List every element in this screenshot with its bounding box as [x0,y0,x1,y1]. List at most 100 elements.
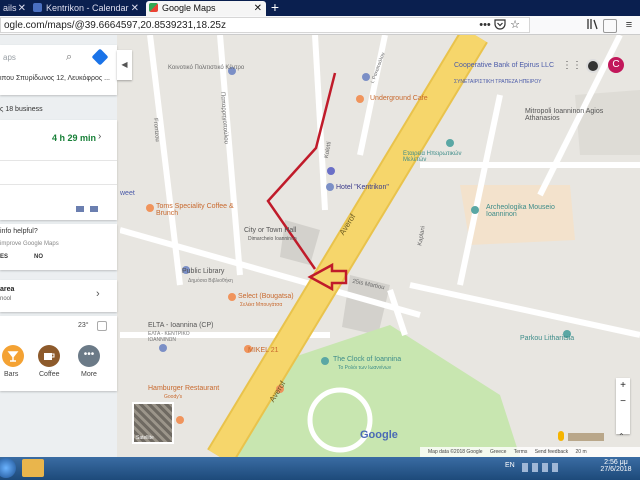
category-coffee-label[interactable]: Coffee [39,371,60,378]
side-panel: aps ⌕ ιπου Σπυρίδωνος 12, Λευκόφρος ... … [0,35,117,457]
library-icon[interactable] [586,18,600,32]
scale-label[interactable]: 20 m [576,449,587,455]
category-more-label[interactable]: More [81,371,97,378]
poi-label[interactable]: weet [120,190,135,197]
tab-label: Google Maps [162,3,216,13]
tab-close-icon[interactable]: ✕ [131,1,139,16]
pegman-icon[interactable] [558,431,564,441]
satellite-toggle[interactable]: Satellite [132,402,174,444]
yes-button[interactable]: ES [0,254,8,260]
poi-label[interactable]: ELTA - Ioannina (CP) [148,322,214,329]
directions-card[interactable]: 4 h 29 min › [0,120,117,220]
divider [0,160,117,161]
browser-tab-strip: ails ✕ Kentrikon - Calendar ✕ Google Maps ✕ [0,0,640,16]
bookmark-star-icon[interactable]: ☆ [508,18,522,32]
more-icon[interactable]: ••• [78,345,100,367]
account-avatar[interactable]: C [608,57,624,73]
poi-label[interactable]: Κοινοτικό Πολιτιστικό Κέντρο [168,65,244,71]
poi-label[interactable]: Select (Bougatsa) [238,293,294,300]
poi-label: Dimarcheio Ioanninon [248,236,297,242]
satellite-label: Satellite [136,435,154,441]
new-tab-button[interactable]: + [268,0,282,16]
google-logo: Google [360,429,398,441]
sidebar-toggle-icon[interactable] [603,19,617,33]
terms-link[interactable]: Terms [514,449,528,455]
time-text: 2:56 μμ [604,459,628,466]
pocket-icon[interactable] [493,18,507,32]
feedback-card: info helpful? improve Google Maps ES NO [0,224,117,270]
bus-icon[interactable] [76,206,84,212]
tab-close-icon[interactable]: ✕ [18,1,26,16]
divider [0,184,117,185]
search-card: aps ⌕ ιπου Σπυρίδωνος 12, Λευκόφρος ... [0,45,117,95]
compass-icon[interactable]: ⌃ [618,432,625,441]
poi-label: Δημόσια Βιβλιοθήκη [188,278,233,284]
poi-label[interactable]: Parkou Litharitsia [520,335,574,342]
map-footer: Map data ©2018 Google Greece Terms Send … [420,447,640,457]
poi-label[interactable]: Underground Cafe [370,95,428,102]
language-indicator[interactable]: EN [505,462,515,469]
poi-label[interactable]: Mitropoli Ioanninon Agios Athanasios [525,108,625,122]
menu-icon[interactable]: ≡ [622,18,636,32]
map-data-credit: Map data ©2018 Google [428,449,483,455]
poi-label[interactable]: The Clock of Ioannina [333,356,401,363]
date-text: 27/6/2018 [600,466,632,473]
collapse-panel-button[interactable]: ◀ [117,50,132,80]
poi-label[interactable]: Toms Speciality Coffee & Brunch [156,203,236,217]
search-icon[interactable]: ⌕ [66,51,72,64]
tab-google-maps[interactable]: Google Maps ✕ [146,1,266,16]
poi-label[interactable]: City or Town Hall [244,227,296,234]
poi-label[interactable]: MIKEL 21 [248,347,278,354]
search-placeholder: aps [3,53,16,62]
start-button-icon[interactable] [0,458,16,478]
poi-label: Goody's [164,394,183,400]
tray-icons[interactable] [522,463,558,472]
windows-taskbar: EN 2:56 μμ 27/6/2018 [0,457,640,480]
poi-label[interactable]: Hamburger Restaurant [148,385,219,392]
tab-calendar[interactable]: Kentrikon - Calendar ✕ [30,1,143,16]
apps-grid-icon[interactable]: ⋮⋮ [562,60,582,71]
directions-icon[interactable] [91,48,109,66]
train-icon[interactable] [90,206,98,212]
tab-mail[interactable]: ails ✕ [0,1,30,16]
address-bar[interactable]: ogle.com/maps/@39.6664597,20.8539231,18.… [0,17,530,33]
bars-icon[interactable] [2,345,24,367]
calendar-favicon-icon [33,3,42,12]
poi-label[interactable]: Εταιρεία Ηπειρωτικών Μελετών [403,151,483,163]
map-canvas[interactable]: Κοινοτικό Πολιτιστικό Κέντρο Cooperative… [120,35,640,457]
poi-label: Σελέκτ Μπουγάτσα [240,302,283,308]
zoom-out-button[interactable]: − [616,394,630,410]
explore-card: 23° Bars Coffee ••• More [0,316,117,391]
zoom-controls: + − [616,378,630,434]
url-text: ogle.com/maps/@39.6664597,20.8539231,18.… [4,20,226,31]
notifications-icon[interactable] [586,59,600,73]
no-button[interactable]: NO [34,254,43,260]
improve-text: improve Google Maps [0,241,59,247]
area-title: area [0,286,15,293]
poi-label[interactable]: Public Library [182,268,224,275]
place-address[interactable]: ιπου Σπυρίδωνος 12, Λευκόφρος ... [0,75,110,82]
weather-icon [97,321,107,331]
chevron-right-icon[interactable]: › [96,288,100,300]
category-bars-label[interactable]: Bars [4,371,18,378]
poi-label: ΕΛΤΑ - ΚΕΝΤΡΙΚΟ ΙΩΑΝΝΙΝΩΝ [148,331,190,343]
zoom-in-button[interactable]: + [616,378,630,394]
coffee-icon[interactable] [38,345,60,367]
area-card[interactable]: area nool › [0,280,117,312]
tab-close-icon[interactable]: ✕ [254,1,262,16]
search-input[interactable]: aps ⌕ [0,45,117,71]
clock[interactable]: 2:56 μμ 27/6/2018 [598,459,634,473]
poi-label[interactable]: Hotel "Kentrikon" [336,184,389,191]
temperature: 23° [78,322,89,329]
poi-label[interactable]: Cooperative Bank of Epirus LLC [454,62,554,69]
file-explorer-icon[interactable] [22,459,44,477]
region-link[interactable]: Greece [490,449,506,455]
travel-duration: 4 h 29 min [52,133,97,143]
imagery-thumbnails[interactable] [568,433,604,441]
send-feedback-link[interactable]: Send feedback [535,449,568,455]
poi-label[interactable]: Archeologika Mouseio Ioanninon [486,204,566,218]
businesses-count[interactable]: ς 18 business [0,106,43,113]
chevron-right-icon[interactable]: › [98,131,101,142]
page-actions-icon[interactable]: ••• [478,18,492,32]
area-subtitle: nool [0,296,12,302]
